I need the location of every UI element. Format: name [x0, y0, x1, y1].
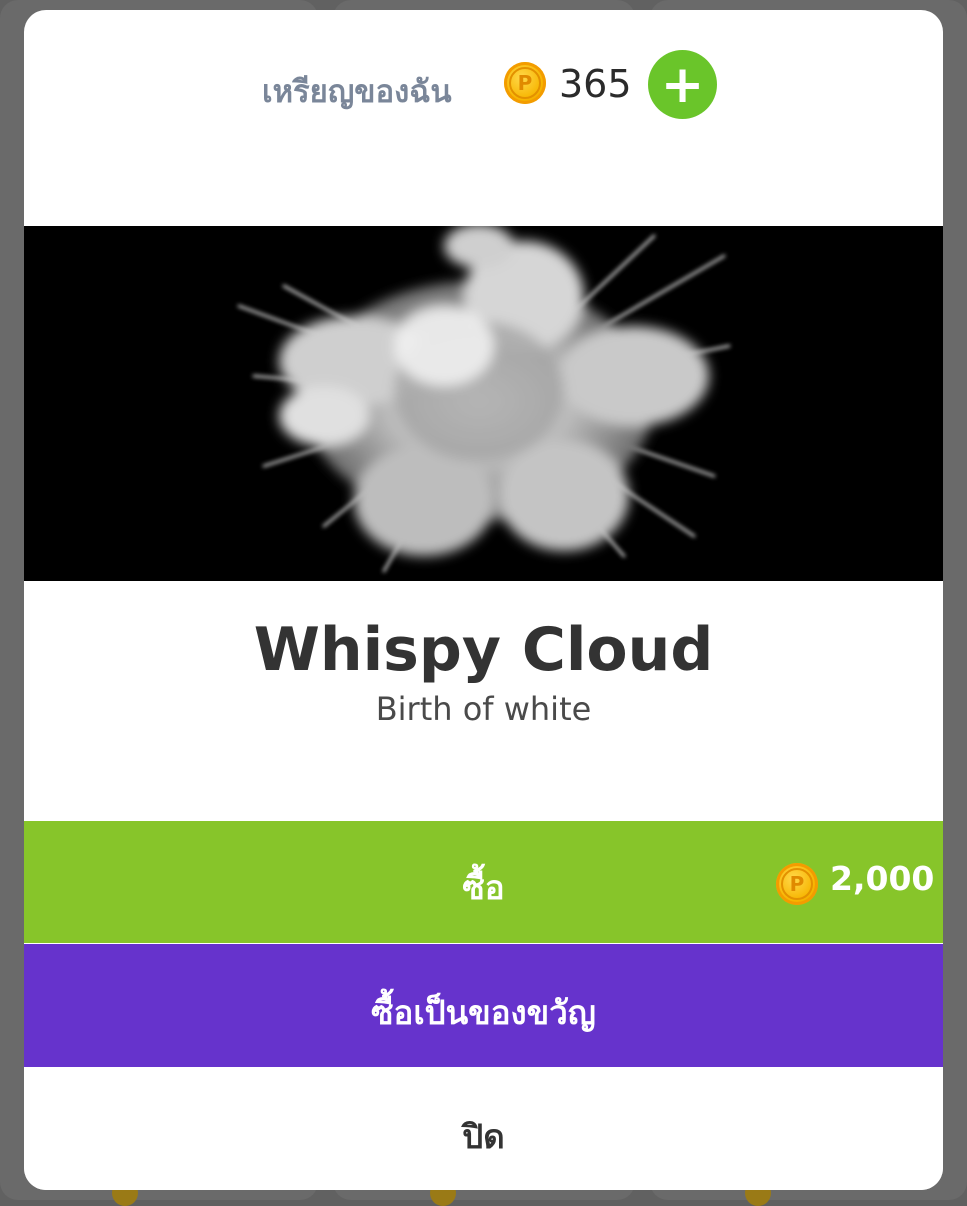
purchase-dialog: เหรียญของฉัน P 365 + Whispy Cloud Birth …	[24, 10, 943, 1190]
add-coins-button[interactable]: +	[648, 50, 717, 119]
white-powder-explosion-image	[24, 226, 943, 581]
close-button[interactable]: ปิด	[24, 1068, 943, 1190]
item-subtitle: Birth of white	[375, 690, 592, 728]
close-button-label: ปิด	[462, 1117, 505, 1156]
plus-icon: +	[660, 54, 705, 115]
coin-icon: P	[776, 863, 818, 905]
coin-icon: P	[504, 62, 546, 104]
item-price: 2,000	[830, 859, 935, 898]
gift-button-label: ซื้อเป็นของขวัญ	[371, 993, 596, 1032]
buy-as-gift-button[interactable]: ซื้อเป็นของขวัญ	[24, 944, 943, 1067]
buy-button[interactable]: ซื้อ P 2,000	[24, 821, 943, 943]
coin-balance: 365	[559, 62, 632, 106]
coin-symbol: P	[509, 67, 541, 99]
my-coins-label: เหรียญของฉัน	[262, 74, 452, 110]
wallet-header: เหรียญของฉัน P 365 +	[24, 10, 943, 160]
coin-symbol: P	[781, 868, 813, 900]
item-preview-image	[24, 226, 943, 581]
item-title: Whispy Cloud	[253, 615, 714, 685]
